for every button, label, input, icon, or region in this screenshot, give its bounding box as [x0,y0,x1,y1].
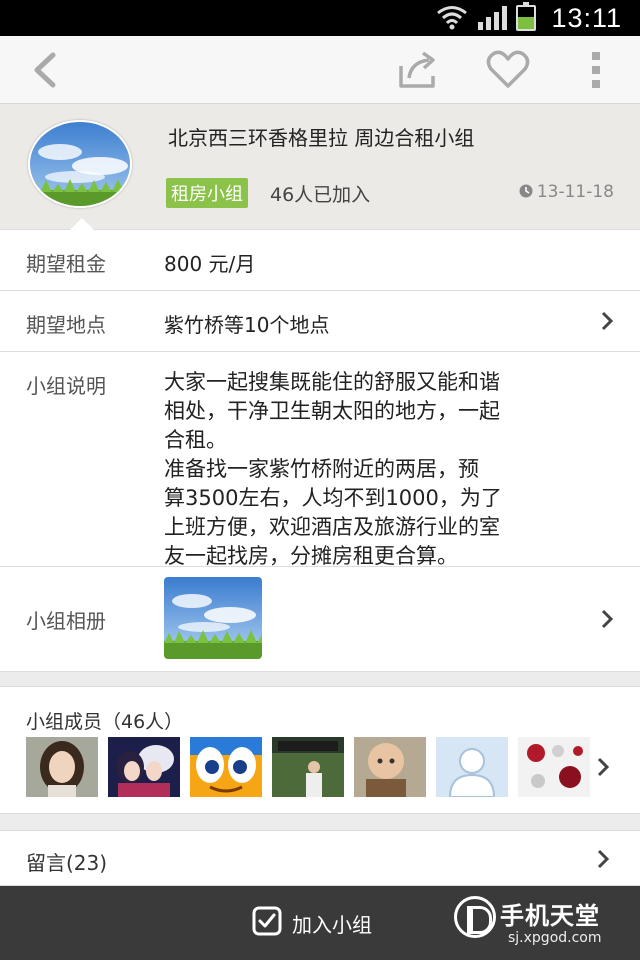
description-label: 小组说明 [26,374,106,398]
clock-icon [519,183,533,202]
chevron-right-icon [600,609,614,633]
chevron-right-icon [596,757,610,781]
member-avatar[interactable] [190,737,262,797]
place-value: 紫竹桥等10个地点 [164,313,330,337]
place-label: 期望地点 [26,313,106,337]
member-avatar[interactable] [272,737,344,797]
member-avatar[interactable] [108,737,180,797]
header-notch [70,218,94,230]
group-avatar[interactable] [28,120,132,208]
members-title: 小组成员（46人） [26,711,184,733]
rent-label: 期望租金 [26,252,106,276]
action-bar [0,36,640,104]
watermark-name: 手机天堂 [500,902,600,930]
join-bar: 加入小组 手机天堂 sj.xpgod.com [0,886,640,960]
description-line: 相处，干净卫生朝太阳的地方，一起 [164,399,500,423]
member-avatar[interactable] [436,737,508,797]
wifi-icon [436,4,468,34]
place-row[interactable]: 期望地点 紫竹桥等10个地点 [0,291,640,352]
watermark-url: sj.xpgod.com [508,930,602,946]
status-bar: 13:11 [0,0,640,36]
chevron-left-icon[interactable] [20,46,68,94]
heart-icon[interactable] [484,46,532,94]
joined-count: 46人已加入 [270,184,371,206]
checkbox-icon [252,906,282,940]
member-avatar[interactable] [26,737,98,797]
join-group-label: 加入小组 [292,912,372,937]
more-vertical-icon[interactable] [572,46,620,94]
description-line: 准备找一家紫竹桥附近的两居，预 [164,457,479,481]
comments-row[interactable]: 留言(23) [0,830,640,886]
join-group-button[interactable]: 加入小组 [252,906,372,940]
group-tag-badge: 租房小组 [166,178,248,208]
rent-value: 800 元/月 [164,252,256,276]
description-text: 大家一起搜集既能住的舒服又能和谐 相处，干净卫生朝太阳的地方，一起 合租。 准备… [164,368,584,571]
group-title: 北京西三环香格里拉 周边合租小组 [168,126,475,150]
group-header: 北京西三环香格里拉 周边合租小组 租房小组 46人已加入 13-11-18 [0,104,640,230]
chevron-right-icon [596,849,610,873]
description-line: 大家一起搜集既能住的舒服又能和谐 [164,370,500,394]
description-line: 算3500左右，人均不到1000，为了 [164,486,502,510]
album-photo[interactable] [164,577,262,659]
members-card[interactable]: 小组成员（46人） [0,686,640,814]
comments-label: 留言(23) [26,851,108,875]
album-row[interactable]: 小组相册 [0,567,640,672]
group-date: 13-11-18 [519,182,614,202]
member-avatar[interactable] [518,737,590,797]
watermark: 手机天堂 sj.xpgod.com [452,892,632,954]
description-line: 合租。 [164,428,227,452]
description-row: 小组说明 大家一起搜集既能住的舒服又能和谐 相处，干净卫生朝太阳的地方，一起 合… [0,352,640,568]
battery-icon [516,2,536,31]
share-icon[interactable] [394,46,442,94]
status-time: 13:11 [551,3,622,33]
signal-icon [478,6,508,34]
description-line: 上班方便，欢迎酒店及旅游行业的室 [164,515,500,539]
rent-row: 期望租金 800 元/月 [0,230,640,291]
album-label: 小组相册 [26,609,106,633]
watermark-logo-icon [454,896,496,938]
date-text: 13-11-18 [536,182,614,202]
member-avatar[interactable] [354,737,426,797]
chevron-right-icon [600,311,614,335]
